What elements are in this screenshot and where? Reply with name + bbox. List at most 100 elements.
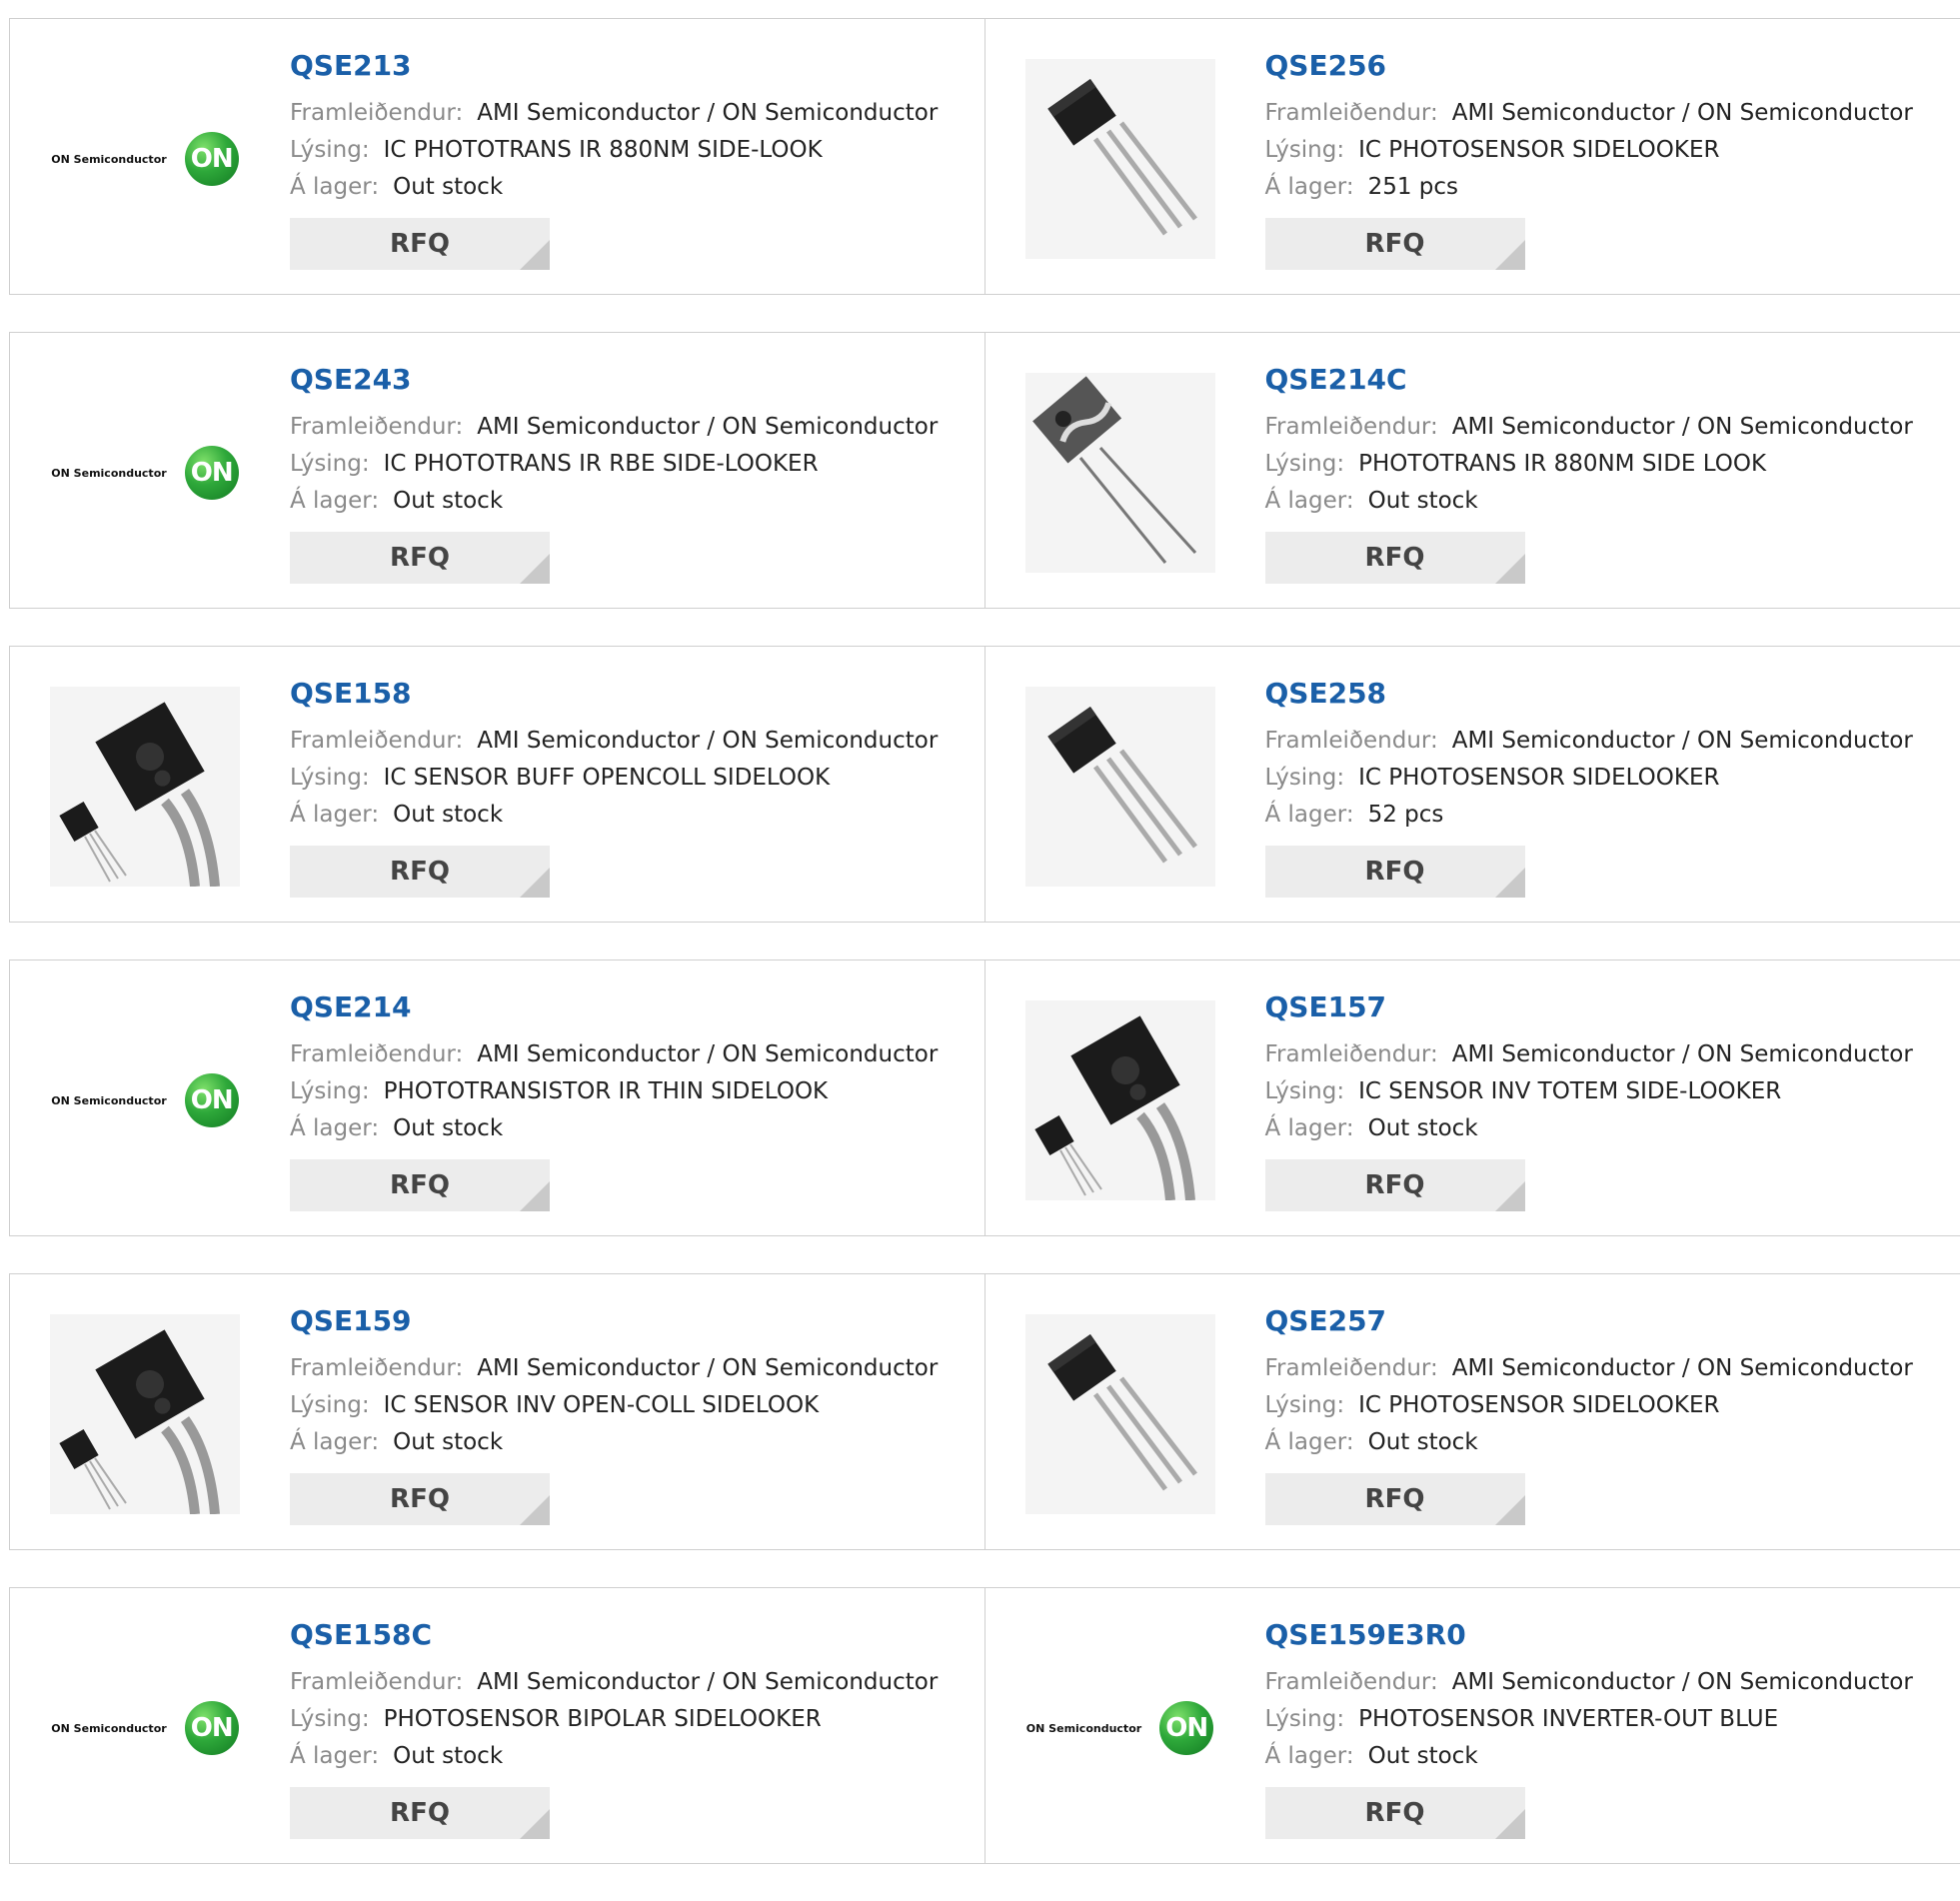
corner-triangle-icon — [520, 240, 550, 270]
on-semiconductor-logo[interactable]: ON SemiconductorON — [40, 1628, 250, 1828]
product-info: QSE243 Framleiðendur:AMI Semiconductor /… — [290, 363, 970, 584]
manufacturer-value: AMI Semiconductor / ON Semiconductor — [477, 1041, 938, 1067]
part-number-link[interactable]: QSE258 — [1265, 677, 1387, 711]
rfq-label: RFQ — [1365, 1484, 1425, 1514]
manufacturer-value: AMI Semiconductor / ON Semiconductor — [1452, 1041, 1913, 1067]
part-number-link[interactable]: QSE213 — [290, 49, 412, 83]
stock-value: 52 pcs — [1368, 802, 1444, 828]
on-logo-icon: ON — [185, 132, 239, 186]
rfq-button[interactable]: RFQ — [290, 532, 550, 584]
manufacturer-value: AMI Semiconductor / ON Semiconductor — [477, 1355, 938, 1381]
manufacturer-label: Framleiðendur: — [1265, 414, 1438, 440]
corner-triangle-icon — [520, 554, 550, 584]
manufacturer-value: AMI Semiconductor / ON Semiconductor — [477, 728, 938, 754]
to92-component-image[interactable] — [1015, 687, 1225, 887]
on-semiconductor-logo[interactable]: ON Semiconductor ON — [40, 1000, 250, 1200]
rfq-button[interactable]: RFQ — [1265, 1159, 1525, 1211]
part-number-link[interactable]: QSE158 — [290, 677, 412, 711]
stock-value: 251 pcs — [1368, 174, 1458, 200]
description-line: Lýsing:IC SENSOR BUFF OPENCOLL SIDELOOK — [290, 760, 970, 797]
rfq-button[interactable]: RFQ — [290, 1473, 550, 1525]
rfq-button[interactable]: RFQ — [1265, 1473, 1525, 1525]
rfq-button[interactable]: RFQ — [290, 1787, 550, 1839]
manufacturer-value: AMI Semiconductor / ON Semiconductor — [1452, 728, 1913, 754]
rfq-button[interactable]: RFQ — [290, 218, 550, 270]
stock-line: Á lager:Out stock — [1265, 483, 1945, 520]
product-info: QSE214C Framleiðendur:AMI Semiconductor … — [1265, 363, 1945, 584]
stock-line: Á lager:Out stock — [290, 483, 970, 520]
product-grid: ON Semiconductor ON QSE213 Framleiðendur:… — [9, 18, 1960, 1901]
flat-sensor-component-image[interactable] — [1015, 373, 1225, 573]
on-logo-icon: ON — [185, 446, 239, 500]
description-value: IC PHOTOTRANS IR RBE SIDE-LOOKER — [384, 451, 819, 477]
rfq-button[interactable]: RFQ — [1265, 846, 1525, 898]
rfq-button[interactable]: RFQ — [290, 1159, 550, 1211]
part-number-link[interactable]: QSE214 — [290, 990, 412, 1024]
rfq-button[interactable]: RFQ — [290, 846, 550, 898]
to92-component-image[interactable] — [1015, 59, 1225, 259]
sidelooker-component-image[interactable] — [40, 1314, 250, 1514]
manufacturer-label: Framleiðendur: — [290, 1355, 463, 1381]
description-line: Lýsing: IC SENSOR INV OPEN-COLL SIDELOOK — [290, 1387, 970, 1424]
description-label: Lýsing: — [1265, 765, 1345, 791]
stock-label: Á lager: — [290, 1743, 379, 1769]
rfq-button[interactable]: RFQ — [1265, 532, 1525, 584]
description-line: Lýsing:PHOTOTRANSISTOR IR THIN SIDELOOK — [290, 1073, 970, 1110]
on-logo-icon: ON — [185, 1073, 239, 1127]
manufacturer-label: Framleiðendur: — [1265, 1355, 1438, 1381]
manufacturer-label: Framleiðendur: — [1265, 1041, 1438, 1067]
product-info: QSE158 Framleiðendur: AMI Semiconductor /… — [290, 677, 970, 898]
part-number-link[interactable]: QSE257 — [1265, 1304, 1387, 1338]
description-line: Lýsing:IC PHOTOTRANS IR 880NM SIDE-LOOK — [290, 132, 970, 169]
manufacturer-label: Framleiðendur: — [290, 100, 463, 126]
on-semiconductor-logo[interactable]: ON SemiconductorON — [40, 373, 250, 573]
product-info: QSE256 Framleiðendur:AMI Semiconductor /… — [1265, 49, 1945, 270]
description-value: IC SENSOR INV OPEN-COLL SIDELOOK — [384, 1392, 820, 1418]
part-number-link[interactable]: QSE214C — [1265, 363, 1407, 397]
part-number-link[interactable]: QSE256 — [1265, 49, 1387, 83]
product-card: ON SemiconductorON QSE159E3R0 Framleiðen… — [985, 1588, 1960, 1863]
manufacturer-label: Framleiðendur: — [1265, 100, 1438, 126]
rfq-label: RFQ — [1365, 1798, 1425, 1828]
product-card: QSE159 Framleiðendur: AMI Semiconductor /… — [10, 1274, 985, 1549]
description-value: PHOTOSENSOR INVERTER-OUT BLUE — [1358, 1706, 1778, 1732]
sidelooker-component-image[interactable] — [40, 687, 250, 887]
on-semiconductor-logo[interactable]: ON SemiconductorON — [40, 59, 250, 259]
manufacturer-line: Framleiðendur:AMI Semiconductor / ON Sem… — [1265, 723, 1945, 760]
on-logo-icon: ON — [185, 1701, 239, 1755]
rfq-button[interactable]: RFQ — [1265, 1787, 1525, 1839]
product-row: ON SemiconductorON QSE243 Framleiðendur:… — [9, 332, 1960, 609]
description-line: Lýsing:IC PHOTOSENSOR SIDELOOKER — [1265, 760, 1945, 797]
rfq-button[interactable]: RFQ — [1265, 218, 1525, 270]
part-number-link[interactable]: QSE157 — [1265, 990, 1387, 1024]
description-value: PHOTOTRANSISTOR IR THIN SIDELOOK — [384, 1078, 829, 1104]
part-number-link[interactable]: QSE243 — [290, 363, 412, 397]
manufacturer-value: AMI Semiconductor / ON Semiconductor — [1452, 1355, 1913, 1381]
product-info: QSE159E3R0 Framleiðendur:AMI Semiconduct… — [1265, 1618, 1945, 1839]
product-info: QSE158C Framleiðendur:AMI Semiconductor … — [290, 1618, 970, 1839]
stock-line: Á lager:251 pcs — [1265, 169, 1945, 206]
description-value: PHOTOSENSOR BIPOLAR SIDELOOKER — [384, 1706, 822, 1732]
rfq-label: RFQ — [390, 229, 450, 259]
description-value: IC PHOTOTRANS IR 880NM SIDE-LOOK — [384, 137, 823, 163]
logo-wordmark: ON Semiconductor — [51, 1094, 166, 1107]
corner-triangle-icon — [1495, 554, 1525, 584]
product-row: ON SemiconductorON QSE213 Framleiðendur:… — [9, 18, 1960, 295]
on-semiconductor-logo[interactable]: ON SemiconductorON — [1015, 1628, 1225, 1828]
corner-triangle-icon — [520, 1181, 550, 1211]
to92-component-image[interactable] — [1015, 1314, 1225, 1514]
part-number-link[interactable]: QSE159 — [290, 1304, 412, 1338]
manufacturer-label: Framleiðendur: — [290, 728, 463, 754]
manufacturer-line: Framleiðendur:AMI Semiconductor / ON Sem… — [1265, 409, 1945, 446]
corner-triangle-icon — [1495, 1495, 1525, 1525]
part-number-link[interactable]: QSE158C — [290, 1618, 432, 1652]
part-number-link[interactable]: QSE159E3R0 — [1265, 1618, 1466, 1652]
product-card: QSE158 Framleiðendur: AMI Semiconductor /… — [10, 647, 985, 922]
sidelooker-component-image[interactable] — [1015, 1000, 1225, 1200]
rfq-label: RFQ — [1365, 857, 1425, 887]
product-card: QSE258 Framleiðendur:AMI Semiconductor /… — [985, 647, 1960, 922]
stock-label: Á lager: — [1265, 1429, 1354, 1455]
product-card: ON SemiconductorON QSE158C Framleiðendur… — [10, 1588, 985, 1863]
description-label: Lýsing: — [290, 1392, 370, 1418]
manufacturer-line: Framleiðendur: AMI Semiconductor / ON Sem… — [1265, 1350, 1945, 1387]
